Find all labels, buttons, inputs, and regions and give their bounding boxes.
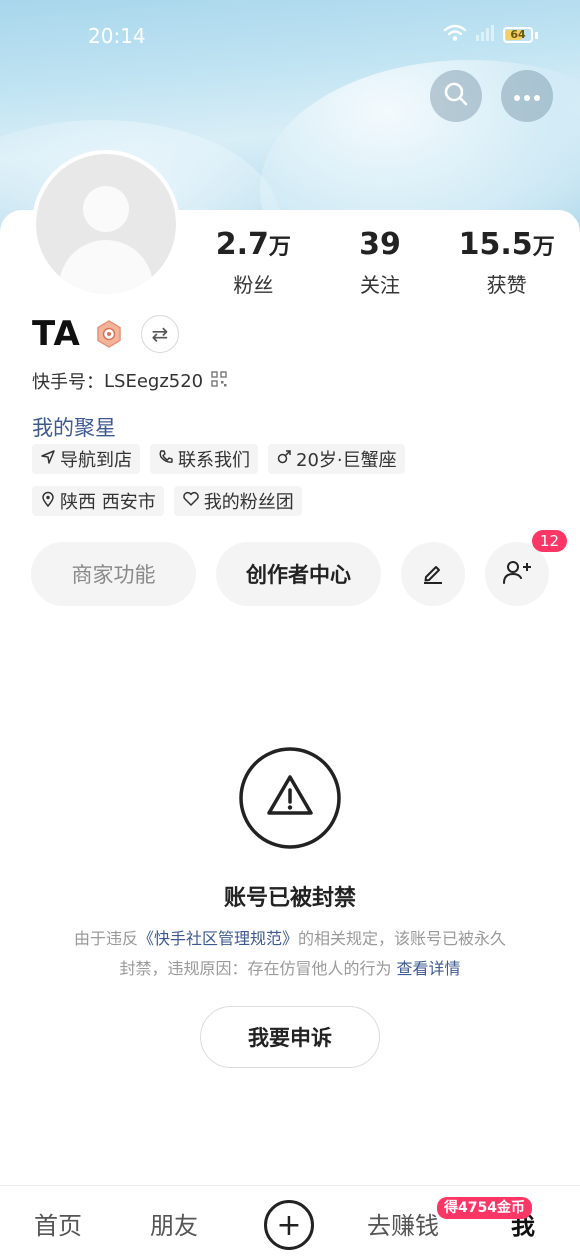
coin-reward-badge: 得4754金币 xyxy=(437,1197,532,1219)
user-name: TA xyxy=(32,314,81,354)
search-button[interactable] xyxy=(430,70,482,122)
navigation-arrow-icon xyxy=(40,449,56,470)
phone-icon xyxy=(158,449,174,470)
friend-request-badge: 12 xyxy=(531,530,567,552)
profile-stats: 2.7万 粉丝 39 关注 15.5万 获赞 xyxy=(190,228,570,298)
profile-tags-row-1: 导航到店 联系我们 20岁·巨蟹座 xyxy=(32,444,552,474)
nav-earn-money[interactable]: 去赚钱 xyxy=(367,1206,439,1241)
pencil-icon xyxy=(420,559,446,590)
add-friend-wrapper: 12 xyxy=(485,530,567,606)
account-id-label: 快手号： xyxy=(32,372,104,393)
default-avatar-icon xyxy=(36,154,176,294)
switch-account-button[interactable]: ⇄ xyxy=(140,315,179,353)
nav-friends[interactable]: 朋友 xyxy=(150,1206,198,1241)
community-rules-link[interactable]: 《快手社区管理规范》 xyxy=(138,929,298,948)
switch-arrows-icon: ⇄ xyxy=(151,322,169,346)
more-button[interactable] xyxy=(501,70,553,122)
search-icon xyxy=(443,81,469,111)
creator-center-button[interactable]: 创作者中心 xyxy=(216,542,381,606)
create-post-button[interactable]: + xyxy=(264,1200,314,1250)
tag-age-zodiac: 20岁·巨蟹座 xyxy=(268,444,405,474)
stat-following[interactable]: 39 关注 xyxy=(317,228,444,298)
tag-location: 陕西 西安市 xyxy=(32,486,164,516)
account-id: LSEegz520 xyxy=(104,370,204,392)
tag-contact-us[interactable]: 联系我们 xyxy=(150,444,258,474)
profile-actions: 商家功能 创作者中心 12 xyxy=(31,530,567,606)
profile-tags-row-2: 陕西 西安市 我的粉丝团 xyxy=(32,486,552,516)
ban-description: 由于违反《快手社区管理规范》的相关规定，该账号已被永久封禁，违规原因：存在仿冒他… xyxy=(73,929,507,978)
battery-icon: 64 xyxy=(503,27,533,43)
warning-icon xyxy=(238,746,342,850)
stat-likes[interactable]: 15.5万 获赞 xyxy=(443,228,570,298)
status-time: 20:14 xyxy=(88,24,146,48)
merchant-features-button[interactable]: 商家功能 xyxy=(31,542,196,606)
male-gender-icon xyxy=(276,449,292,470)
signal-icon xyxy=(475,24,495,46)
view-details-link[interactable]: 查看详情 xyxy=(397,959,461,978)
tag-fan-club[interactable]: 我的粉丝团 xyxy=(173,486,302,516)
name-row: TA ⇄ xyxy=(32,314,179,354)
status-bar: 20:14 64 xyxy=(0,0,580,76)
stat-followers[interactable]: 2.7万 粉丝 xyxy=(190,228,317,298)
heart-icon xyxy=(182,491,200,512)
location-pin-icon xyxy=(40,491,56,512)
avatar[interactable] xyxy=(32,150,180,298)
tag-navigate-to-store[interactable]: 导航到店 xyxy=(32,444,140,474)
more-dots-icon xyxy=(513,87,541,106)
status-icons: 64 xyxy=(443,24,538,46)
ban-title: 账号已被封禁 xyxy=(223,886,356,911)
edit-profile-button[interactable] xyxy=(401,542,465,606)
wifi-icon xyxy=(443,24,467,46)
appeal-button[interactable]: 我要申诉 xyxy=(200,1006,380,1068)
account-id-row[interactable]: 快手号： LSEegz520 xyxy=(32,368,227,394)
add-user-icon xyxy=(502,558,532,591)
my-star-link[interactable]: 我的聚星 xyxy=(32,412,116,442)
plus-icon: + xyxy=(276,1207,302,1243)
qr-code-icon[interactable] xyxy=(211,370,227,392)
nav-home[interactable]: 首页 xyxy=(34,1206,82,1241)
level-badge-icon[interactable] xyxy=(95,320,123,348)
